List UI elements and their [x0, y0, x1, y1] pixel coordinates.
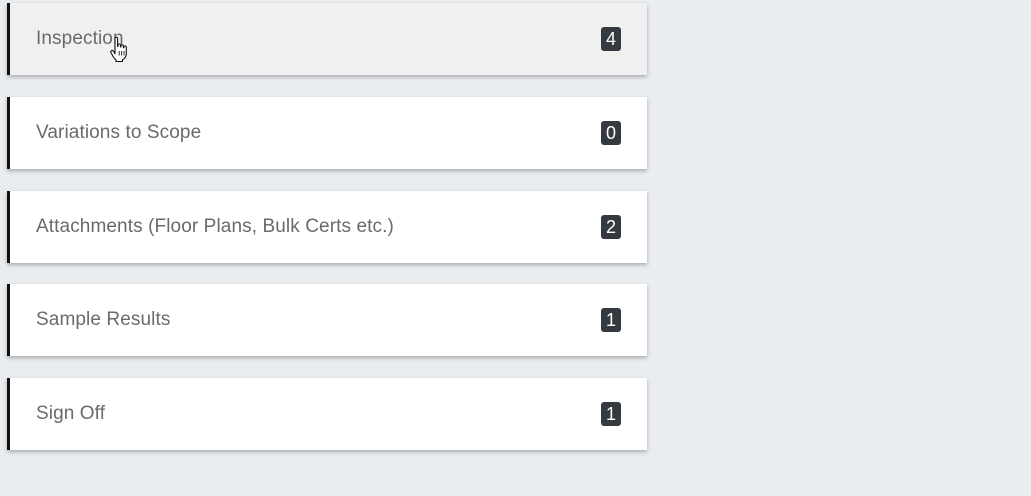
section-label: Variations to Scope	[36, 122, 202, 143]
section-attachments[interactable]: Attachments (Floor Plans, Bulk Certs etc…	[7, 191, 647, 263]
count-badge: 1	[601, 308, 621, 332]
section-label: Sample Results	[36, 309, 171, 330]
section-variations-to-scope[interactable]: Variations to Scope 0	[7, 97, 647, 169]
section-label: Sign Off	[36, 403, 106, 424]
section-sign-off[interactable]: Sign Off 1	[7, 378, 647, 450]
section-list: Inspection 4 Variations to Scope 0 Attac…	[7, 3, 647, 472]
count-badge: 4	[601, 27, 621, 51]
section-sample-results[interactable]: Sample Results 1	[7, 284, 647, 356]
section-label: Inspection	[36, 28, 124, 49]
section-inspection[interactable]: Inspection 4	[7, 3, 647, 75]
count-badge: 2	[601, 215, 621, 239]
count-badge: 1	[601, 402, 621, 426]
section-label: Attachments (Floor Plans, Bulk Certs etc…	[36, 216, 394, 237]
count-badge: 0	[601, 121, 621, 145]
